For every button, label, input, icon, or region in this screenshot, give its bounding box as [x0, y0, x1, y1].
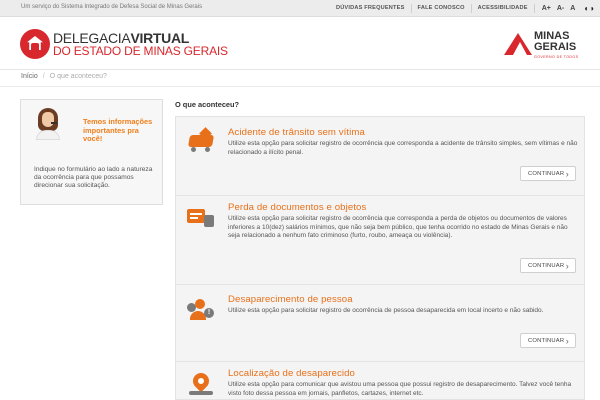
lost-documents-icon	[187, 207, 215, 229]
chevron-right-icon: ›	[565, 169, 569, 179]
car-accident-icon	[187, 127, 215, 152]
delegacia-logo-text[interactable]: DELEGACIAVIRTUAL DO ESTADO DE MINAS GERA…	[53, 31, 228, 58]
page-title: O que aconteceu?	[175, 100, 240, 109]
continue-label: CONTINUAR	[528, 262, 565, 269]
logo-subtitle: DO ESTADO DE MINAS GERAIS	[53, 44, 228, 58]
continue-button-accident[interactable]: CONTINUAR ›	[520, 166, 576, 181]
option-description: Utilize esta opção para comunicar que av…	[228, 381, 572, 397]
option-card-lost-documents: Perda de documentos e objetos Utilize es…	[176, 197, 584, 293]
card-separator	[176, 284, 584, 285]
missing-person-icon: !	[187, 299, 215, 321]
breadcrumb: Início / O que aconteceu?	[21, 73, 107, 80]
faq-link[interactable]: DÚVIDAS FREQUENTES	[330, 4, 412, 13]
card-separator	[176, 195, 584, 196]
breadcrumb-home[interactable]: Início	[21, 73, 38, 80]
top-links: DÚVIDAS FREQUENTES FALE CONOSCO ACESSIBI…	[330, 0, 594, 17]
option-title[interactable]: Acidente de trânsito sem vítima	[228, 127, 365, 138]
chevron-right-icon: ›	[565, 336, 569, 346]
option-card-missing-person: ! Desaparecimento de pessoa Utilize esta…	[176, 287, 584, 365]
option-card-accident: Acidente de trânsito sem vítima Utilize …	[176, 117, 584, 197]
site-header: DELEGACIAVIRTUAL DO ESTADO DE MINAS GERA…	[0, 17, 600, 70]
sidebar-text: Indique no formulário ao lado a natureza…	[34, 166, 153, 189]
top-utility-bar: Um serviço do Sistema Integrado de Defes…	[0, 0, 600, 17]
attendant-avatar	[33, 108, 63, 140]
minas-gerais-logo[interactable]: MINAS GERAIS GOVERNO DE TODOS	[504, 29, 584, 65]
occurrence-options-panel: Acidente de trânsito sem vítima Utilize …	[175, 116, 585, 400]
breadcrumb-separator: /	[42, 73, 45, 80]
option-title[interactable]: Desaparecimento de pessoa	[228, 294, 353, 305]
contrast-icon[interactable]: ◐◑	[584, 4, 594, 13]
continue-button-missing-person[interactable]: CONTINUAR ›	[520, 333, 576, 348]
font-increase-button[interactable]: A+	[539, 5, 554, 12]
continue-label: CONTINUAR	[528, 170, 565, 177]
continue-label: CONTINUAR	[528, 337, 565, 344]
help-sidebar: Temos informações importantes pra você! …	[20, 99, 163, 205]
option-title[interactable]: Localização de desaparecido	[228, 368, 355, 379]
contact-link[interactable]: FALE CONOSCO	[412, 4, 472, 13]
option-description: Utilize esta opção para solicitar regist…	[228, 215, 568, 240]
option-description: Utilize esta opção para solicitar regist…	[228, 140, 578, 156]
mg-logo-tagline: GOVERNO DE TODOS	[534, 55, 579, 59]
option-description: Utilize esta opção para solicitar regist…	[228, 307, 544, 314]
service-text: Um serviço do Sistema Integrado de Defes…	[21, 4, 203, 10]
breadcrumb-current: O que aconteceu?	[49, 73, 107, 80]
location-icon	[187, 369, 215, 395]
accessibility-link[interactable]: ACESSIBILIDADE	[472, 4, 535, 13]
divider	[0, 86, 600, 87]
mg-logo-line2: GERAIS	[534, 41, 577, 53]
chevron-right-icon: ›	[565, 261, 569, 271]
continue-button-lost-documents[interactable]: CONTINUAR ›	[520, 258, 576, 273]
sidebar-title: Temos informações importantes pra você!	[83, 117, 153, 143]
option-title[interactable]: Perda de documentos e objetos	[228, 202, 366, 213]
font-decrease-button[interactable]: A-	[554, 5, 567, 12]
font-reset-button[interactable]: A	[567, 5, 578, 12]
delegacia-logo-icon[interactable]	[20, 29, 50, 59]
card-separator	[176, 361, 584, 362]
option-card-found-missing: Localização de desaparecido Utilize esta…	[176, 363, 584, 400]
